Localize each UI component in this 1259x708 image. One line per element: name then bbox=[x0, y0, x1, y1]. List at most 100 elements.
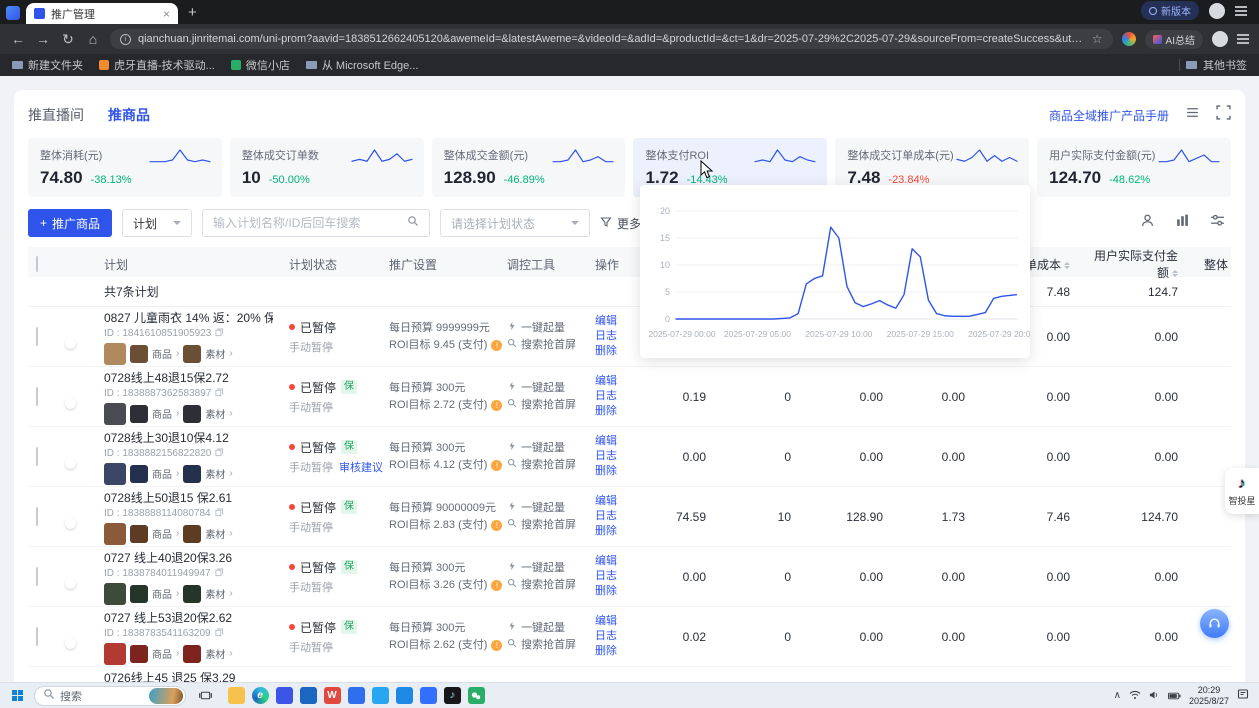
wechat-app-icon[interactable] bbox=[464, 684, 488, 707]
material-link[interactable]: 素材 bbox=[205, 346, 225, 361]
plan-status-select[interactable]: 请选择计划状态 bbox=[440, 209, 590, 237]
product-thumbnail[interactable] bbox=[130, 645, 148, 663]
action-link-编辑[interactable]: 编辑 bbox=[595, 554, 631, 569]
action-link-编辑[interactable]: 编辑 bbox=[595, 494, 631, 509]
bookmark-item-3[interactable]: 从 Microsoft Edge... bbox=[306, 57, 419, 73]
fullscreen-icon[interactable] bbox=[1216, 105, 1231, 125]
plan-title[interactable]: 0728线上48退15保2.72 bbox=[104, 369, 273, 386]
bookmark-item-2[interactable]: 微信小店 bbox=[231, 57, 290, 73]
stat-card-0[interactable]: 整体消耗(元)74.80-38.13% bbox=[28, 138, 222, 197]
plan-title[interactable]: 0728线上30退10保4.12 bbox=[104, 429, 273, 446]
battery-icon[interactable] bbox=[1168, 687, 1181, 705]
material-link[interactable]: 素材 bbox=[205, 466, 225, 481]
teams-app-icon[interactable] bbox=[272, 684, 296, 707]
row-checkbox[interactable] bbox=[36, 447, 38, 466]
ai-summary-button[interactable]: AI总结 bbox=[1145, 30, 1203, 49]
product-manual-link[interactable]: 商品全域推广产品手册 bbox=[1049, 107, 1169, 124]
material-link[interactable]: 素材 bbox=[205, 586, 225, 601]
home-icon[interactable]: ⌂ bbox=[85, 31, 101, 47]
search-screen-tool[interactable]: 搜索抢首屏 bbox=[507, 637, 579, 654]
outlook-app-icon[interactable] bbox=[296, 684, 320, 707]
search-icon[interactable] bbox=[407, 214, 419, 232]
back-icon[interactable]: ← bbox=[10, 31, 26, 47]
product-thumbnail[interactable] bbox=[130, 585, 148, 603]
copy-icon[interactable] bbox=[215, 328, 224, 340]
tab-close-icon[interactable]: × bbox=[163, 7, 170, 21]
one-key-boost-tool[interactable]: 一键起量 bbox=[507, 620, 579, 637]
search-highlight-image[interactable] bbox=[149, 688, 183, 704]
row-checkbox[interactable] bbox=[36, 387, 38, 406]
tray-expand-icon[interactable]: ∧ bbox=[1114, 690, 1121, 701]
stat-card-2[interactable]: 整体成交金额(元)128.90-46.89% bbox=[432, 138, 626, 197]
zhitouxing-widget[interactable]: ♪ 智投星 bbox=[1225, 468, 1259, 514]
material-thumbnail[interactable] bbox=[183, 525, 201, 543]
copy-icon[interactable] bbox=[215, 388, 224, 400]
action-link-日志[interactable]: 日志 bbox=[595, 329, 631, 344]
sort-icon[interactable] bbox=[1064, 259, 1070, 272]
copy-icon[interactable] bbox=[215, 508, 224, 520]
material-link[interactable]: 素材 bbox=[205, 406, 225, 421]
row-checkbox[interactable] bbox=[36, 567, 38, 586]
other-bookmarks-label[interactable]: 其他书签 bbox=[1203, 57, 1247, 73]
action-link-删除[interactable]: 删除 bbox=[595, 344, 631, 359]
refresh-icon[interactable]: ↻ bbox=[60, 31, 76, 48]
add-promotion-button[interactable]: + 推广商品 bbox=[28, 209, 112, 237]
notification-center-icon[interactable] bbox=[1237, 687, 1249, 705]
customer-service-button[interactable] bbox=[1200, 609, 1229, 638]
search-screen-tool[interactable]: 搜索抢首屏 bbox=[507, 457, 579, 474]
action-link-编辑[interactable]: 编辑 bbox=[595, 314, 631, 329]
product-link[interactable]: 商品 bbox=[152, 346, 172, 361]
column-chart-icon[interactable] bbox=[1175, 213, 1190, 233]
window-menu-icon[interactable] bbox=[1235, 10, 1247, 12]
browser-tab[interactable]: 推广管理 × bbox=[26, 3, 178, 24]
review-suggestion-link[interactable]: 审核建议 bbox=[339, 459, 383, 475]
search-screen-tool[interactable]: 搜索抢首屏 bbox=[507, 577, 579, 594]
action-link-日志[interactable]: 日志 bbox=[595, 569, 631, 584]
chat-app-icon[interactable] bbox=[368, 684, 392, 707]
material-thumbnail[interactable] bbox=[183, 465, 201, 483]
action-link-删除[interactable]: 删除 bbox=[595, 524, 631, 539]
copy-icon[interactable] bbox=[215, 628, 224, 640]
plan-type-select[interactable]: 计划 bbox=[122, 209, 192, 237]
product-thumbnail[interactable] bbox=[104, 583, 126, 605]
action-link-编辑[interactable]: 编辑 bbox=[595, 434, 631, 449]
action-link-日志[interactable]: 日志 bbox=[595, 629, 631, 644]
action-link-删除[interactable]: 删除 bbox=[595, 644, 631, 659]
material-thumbnail[interactable] bbox=[183, 345, 201, 363]
list-settings-icon[interactable] bbox=[1185, 105, 1200, 125]
row-checkbox[interactable] bbox=[36, 327, 38, 346]
stat-card-5[interactable]: 用户实际支付金额(元)124.70-48.62% bbox=[1037, 138, 1231, 197]
new-tab-button[interactable]: + bbox=[188, 4, 197, 21]
action-link-日志[interactable]: 日志 bbox=[595, 509, 631, 524]
plan-title[interactable]: 0728线上50退15 保2.61 bbox=[104, 489, 273, 506]
material-link[interactable]: 素材 bbox=[205, 526, 225, 541]
column-settings-icon[interactable] bbox=[1210, 213, 1225, 233]
material-thumbnail[interactable] bbox=[183, 405, 201, 423]
product-thumbnail[interactable] bbox=[130, 345, 148, 363]
select-all-checkbox[interactable] bbox=[36, 256, 38, 272]
wps-app-icon[interactable]: W bbox=[320, 684, 344, 707]
taskbar-clock[interactable]: 20:29 2025/8/27 bbox=[1189, 685, 1229, 707]
action-link-删除[interactable]: 删除 bbox=[595, 584, 631, 599]
start-button-icon[interactable] bbox=[12, 690, 23, 701]
material-thumbnail[interactable] bbox=[183, 585, 201, 603]
product-link[interactable]: 商品 bbox=[152, 526, 172, 541]
bookmark-star-icon[interactable]: ☆ bbox=[1092, 32, 1103, 46]
product-thumbnail[interactable] bbox=[130, 465, 148, 483]
plan-search[interactable] bbox=[202, 209, 430, 237]
row-checkbox[interactable] bbox=[36, 507, 38, 526]
lark-app-icon[interactable] bbox=[416, 684, 440, 707]
custom-audience-icon[interactable] bbox=[1140, 213, 1155, 233]
tile-app-icon[interactable] bbox=[344, 684, 368, 707]
edge-browser-icon[interactable]: e bbox=[248, 684, 272, 707]
one-key-boost-tool[interactable]: 一键起量 bbox=[507, 500, 579, 517]
action-link-日志[interactable]: 日志 bbox=[595, 389, 631, 404]
task-view-icon[interactable] bbox=[193, 684, 217, 707]
search-screen-tool[interactable]: 搜索抢首屏 bbox=[507, 337, 579, 354]
action-link-编辑[interactable]: 编辑 bbox=[595, 374, 631, 389]
product-thumbnail[interactable] bbox=[104, 403, 126, 425]
material-link[interactable]: 素材 bbox=[205, 646, 225, 661]
product-thumbnail[interactable] bbox=[104, 643, 126, 665]
search-screen-tool[interactable]: 搜索抢首屏 bbox=[507, 517, 579, 534]
copy-icon[interactable] bbox=[215, 568, 224, 580]
